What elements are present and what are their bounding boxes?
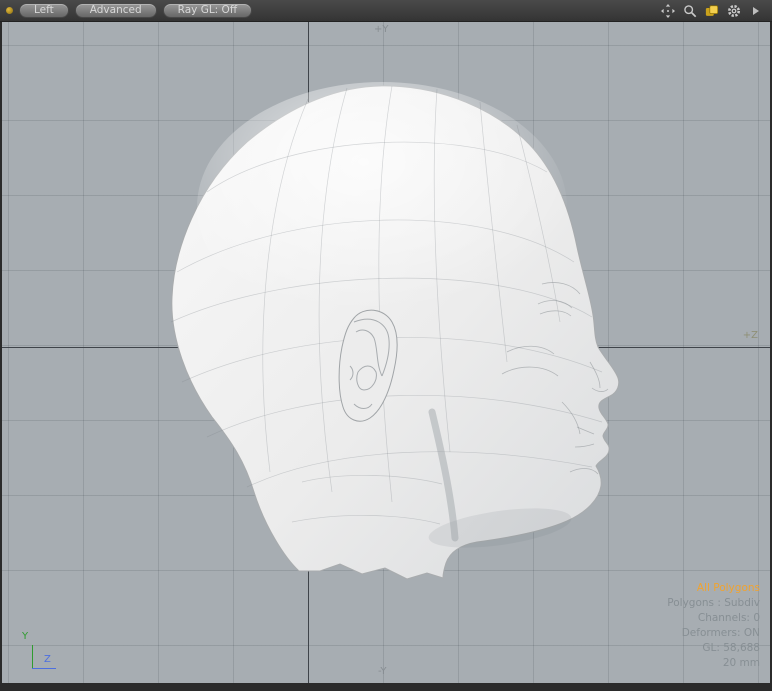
head-model[interactable] [2, 22, 770, 683]
bottom-edge [0, 683, 772, 691]
status-polygons: Polygons : Subdiv [667, 596, 760, 611]
status-selection: All Polygons [667, 581, 760, 596]
status-grid-size: 20 mm [667, 656, 760, 671]
gizmo-y-axis-line [32, 645, 33, 669]
zoom-icon[interactable] [682, 3, 698, 19]
view-direction-button[interactable]: Left [19, 3, 69, 18]
raygl-toggle-button[interactable]: Ray GL: Off [163, 3, 252, 18]
settings-gear-icon[interactable] [726, 3, 742, 19]
status-channels: Channels: 0 [667, 611, 760, 626]
gizmo-z-axis-line [32, 668, 56, 669]
axis-gizmo: Y Z [20, 631, 66, 673]
shading-icon[interactable] [704, 3, 720, 19]
shading-mode-button[interactable]: Advanced [75, 3, 157, 18]
gizmo-y-label: Y [22, 631, 28, 642]
viewport-toolbar: Left Advanced Ray GL: Off [0, 0, 772, 22]
status-deformers: Deformers: ON [667, 626, 760, 641]
viewport-status: All Polygons Polygons : Subdiv Channels:… [667, 581, 760, 671]
gizmo-z-label: Z [44, 654, 51, 665]
viewport-marker-icon[interactable] [6, 7, 13, 14]
status-gl: GL: 58,688 [667, 641, 760, 656]
expand-arrow-icon[interactable] [748, 3, 764, 19]
viewport-canvas[interactable]: +Y +Z -Y [2, 22, 770, 683]
pan-icon[interactable] [660, 3, 676, 19]
modeling-viewport-window: Left Advanced Ray GL: Off +Y +Z -Y [0, 0, 772, 691]
